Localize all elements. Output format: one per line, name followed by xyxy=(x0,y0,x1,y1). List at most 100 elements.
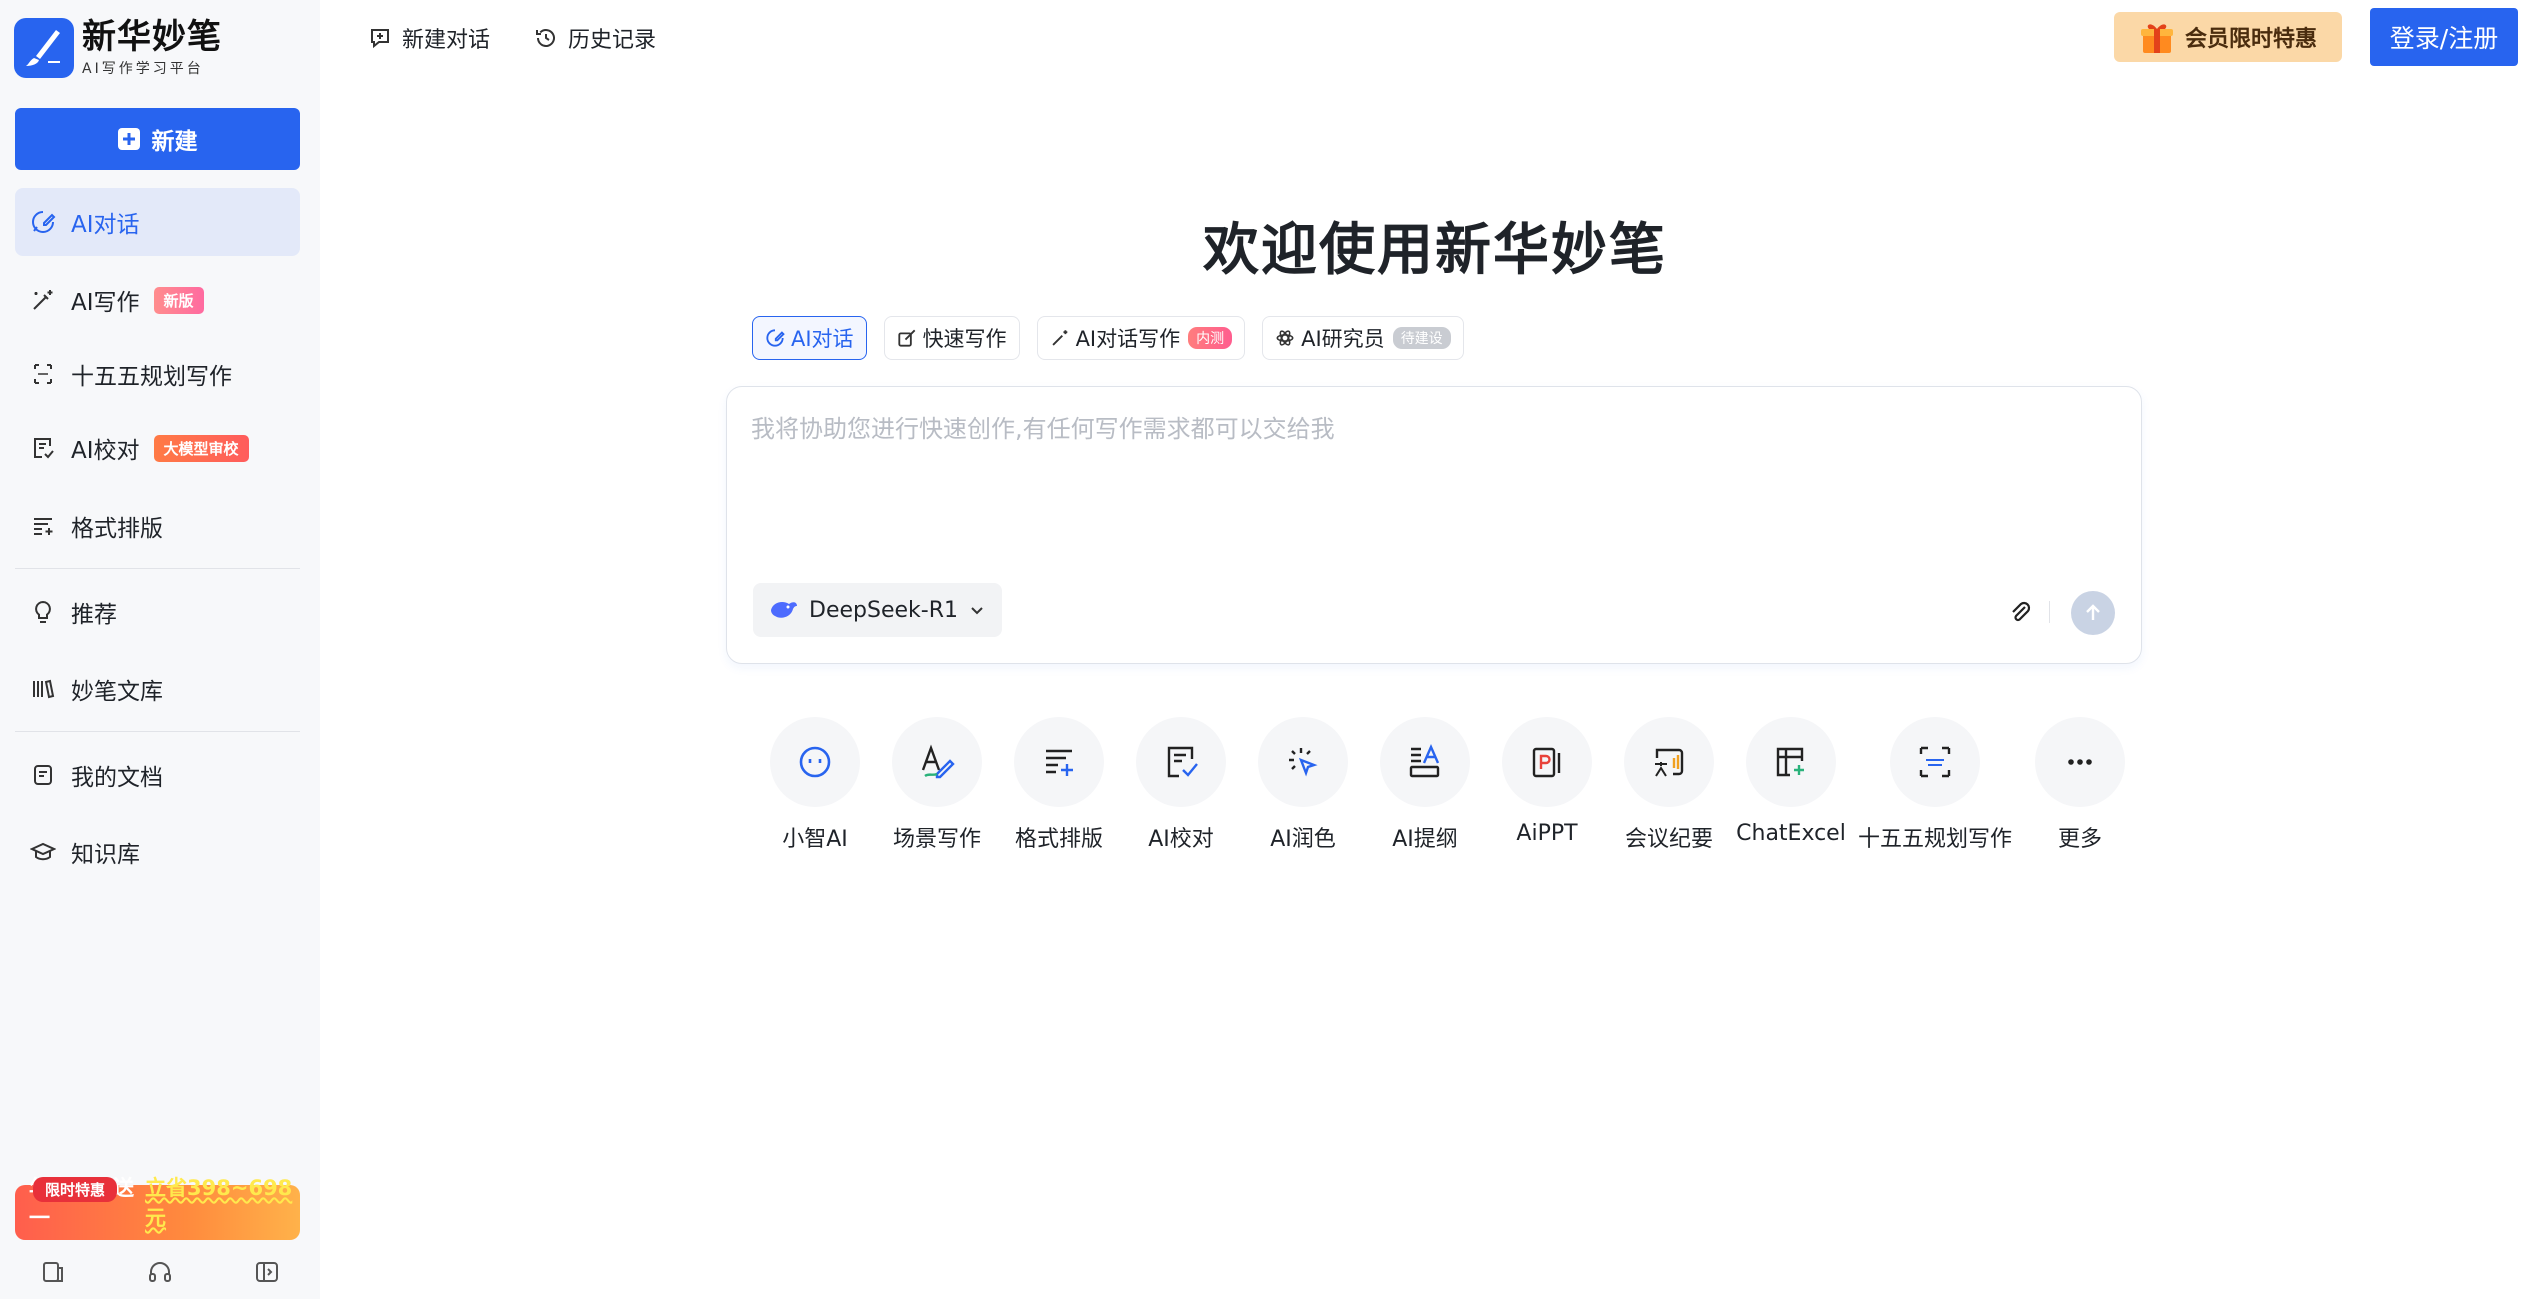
deepseek-whale-icon xyxy=(769,598,799,622)
my-docs-icon xyxy=(29,761,57,789)
tool-label: 更多 xyxy=(2057,827,2102,852)
tool-more[interactable]: 更多 xyxy=(2005,717,2155,853)
sidebar-item-format[interactable]: 格式排版 xyxy=(15,492,300,560)
sidebar-item-label: 我的文档 xyxy=(71,765,163,791)
sidebar-item-knowledge[interactable]: 知识库 xyxy=(15,818,300,886)
sidebar-divider xyxy=(15,568,300,569)
sidebar-item-label: 妙笔文库 xyxy=(71,679,163,705)
history-clock-icon xyxy=(534,26,558,50)
sidebar-item-label: 十五五规划写作 xyxy=(71,364,232,390)
robot-face-icon xyxy=(770,717,860,807)
mobile-icon[interactable] xyxy=(38,1257,68,1287)
sidebar-item-ai-chat[interactable]: AI对话 xyxy=(15,188,300,256)
tool-label: 会议纪要 xyxy=(1624,827,1713,852)
chat-plus-icon xyxy=(368,26,392,50)
composer-divider xyxy=(2049,601,2050,623)
new-chat-link[interactable]: 新建对话 xyxy=(368,20,490,56)
excel-table-icon xyxy=(1746,717,1836,807)
sidebar-item-plan-writing[interactable]: 十五五规划写作 xyxy=(15,340,300,408)
history-link[interactable]: 历史记录 xyxy=(534,20,656,56)
sidebar-item-label: 知识库 xyxy=(71,842,140,868)
tab-ai-researcher[interactable]: AI研究员 待建设 xyxy=(1262,316,1464,360)
more-dots-icon xyxy=(2035,717,2125,807)
login-register-button[interactable]: 登录/注册 xyxy=(2370,8,2518,66)
sidebar: 新华妙笔 AI写作学习平台 新建 AI对话 AI写作 新版 十五五规划写作 AI… xyxy=(0,0,320,1299)
new-button-label: 新建 xyxy=(151,129,198,155)
atom-icon xyxy=(1275,328,1295,348)
sidebar-item-my-docs[interactable]: 我的文档 xyxy=(15,741,300,809)
gift-icon xyxy=(2139,19,2175,55)
lightbulb-icon xyxy=(29,598,57,626)
tool-label: AI提纲 xyxy=(1392,827,1458,852)
sidebar-item-recommend[interactable]: 推荐 xyxy=(15,578,300,646)
llm-review-badge: 大模型审校 xyxy=(153,434,249,462)
tool-label: 十五五规划写作 xyxy=(1858,827,2013,852)
composer: DeepSeek-R1 xyxy=(726,386,2142,664)
brand-title: 新华妙笔 xyxy=(82,17,222,57)
beta-badge: 内测 xyxy=(1188,327,1233,349)
tool-label: AiPPT xyxy=(1516,821,1578,846)
ppt-icon xyxy=(1502,717,1592,807)
promo-badge: 限时特惠 xyxy=(33,1177,118,1202)
tab-ai-chat[interactable]: AI对话 xyxy=(752,316,867,360)
meeting-notes-icon xyxy=(1624,717,1714,807)
tab-quick-writing[interactable]: 快速写作 xyxy=(883,316,1020,360)
prompt-input[interactable] xyxy=(751,409,2111,559)
new-version-badge: 新版 xyxy=(153,286,204,314)
promo-banner[interactable]: 限时特惠 年卡买一送一 立省398~698元 xyxy=(15,1176,300,1240)
tool-plan-writing[interactable]: 十五五规划写作 xyxy=(1858,717,2013,853)
scene-writing-icon xyxy=(892,717,982,807)
sidebar-item-label: 格式排版 xyxy=(71,516,163,542)
library-icon xyxy=(29,675,57,703)
tool-label: 格式排版 xyxy=(1014,827,1103,852)
magic-pen-icon xyxy=(29,286,57,314)
outline-icon xyxy=(1380,717,1470,807)
format-sparkle-icon xyxy=(1014,717,1104,807)
brush-logo-icon xyxy=(14,18,74,78)
brand-logo[interactable]: 新华妙笔 AI写作学习平台 xyxy=(14,16,222,80)
new-chat-label: 新建对话 xyxy=(402,28,491,53)
quick-write-icon xyxy=(897,328,917,348)
knowledge-icon xyxy=(29,838,57,866)
chat-edit-icon xyxy=(29,208,57,236)
chevron-down-icon xyxy=(968,601,986,619)
tool-label: 场景写作 xyxy=(892,827,981,852)
tool-label: AI校对 xyxy=(1148,827,1214,852)
collapse-sidebar-icon[interactable] xyxy=(252,1257,282,1287)
proofread-check-icon xyxy=(1136,717,1226,807)
tab-label: AI对话 xyxy=(791,327,854,351)
sidebar-item-ai-proofread[interactable]: AI校对 大模型审校 xyxy=(15,414,300,482)
attachment-icon[interactable] xyxy=(2005,597,2035,627)
tab-label: AI研究员 xyxy=(1301,327,1385,351)
format-icon xyxy=(29,512,57,540)
model-name: DeepSeek-R1 xyxy=(809,597,958,623)
welcome-title: 欢迎使用新华妙笔 xyxy=(1203,218,1667,283)
sidebar-item-label: 推荐 xyxy=(71,602,117,628)
sidebar-item-label: AI对话 xyxy=(71,212,140,238)
plus-icon xyxy=(117,128,140,150)
mode-tabs: AI对话 快速写作 AI对话写作 内测 AI研究员 待建设 xyxy=(752,316,1464,360)
headset-icon[interactable] xyxy=(145,1257,175,1287)
pending-badge: 待建设 xyxy=(1392,327,1451,349)
new-button[interactable]: 新建 xyxy=(15,108,300,170)
magic-pen-icon xyxy=(1050,328,1070,348)
proofread-icon xyxy=(29,434,57,462)
plan-writing-icon xyxy=(1890,717,1980,807)
chat-edit-icon xyxy=(765,328,785,348)
sidebar-item-library[interactable]: 妙笔文库 xyxy=(15,655,300,723)
send-button[interactable] xyxy=(2071,591,2115,635)
sidebar-divider xyxy=(15,731,300,732)
sidebar-bottom-toolbar xyxy=(0,1252,320,1292)
tool-chatexcel[interactable]: ChatExcel xyxy=(1716,717,1866,846)
tab-ai-chat-writing[interactable]: AI对话写作 内测 xyxy=(1036,316,1246,360)
tab-label: 快速写作 xyxy=(922,327,1007,351)
vip-offer-label: 会员限时特惠 xyxy=(2184,27,2317,52)
brand-subtitle: AI写作学习平台 xyxy=(82,61,204,77)
tool-label: ChatExcel xyxy=(1736,821,1846,846)
sidebar-item-ai-writing[interactable]: AI写作 新版 xyxy=(15,266,300,334)
polish-cursor-icon xyxy=(1258,717,1348,807)
plan-doc-icon xyxy=(29,360,57,388)
sidebar-item-label: AI写作 xyxy=(71,290,140,316)
model-select[interactable]: DeepSeek-R1 xyxy=(753,583,1002,637)
vip-offer-button[interactable]: 会员限时特惠 xyxy=(2114,12,2342,62)
